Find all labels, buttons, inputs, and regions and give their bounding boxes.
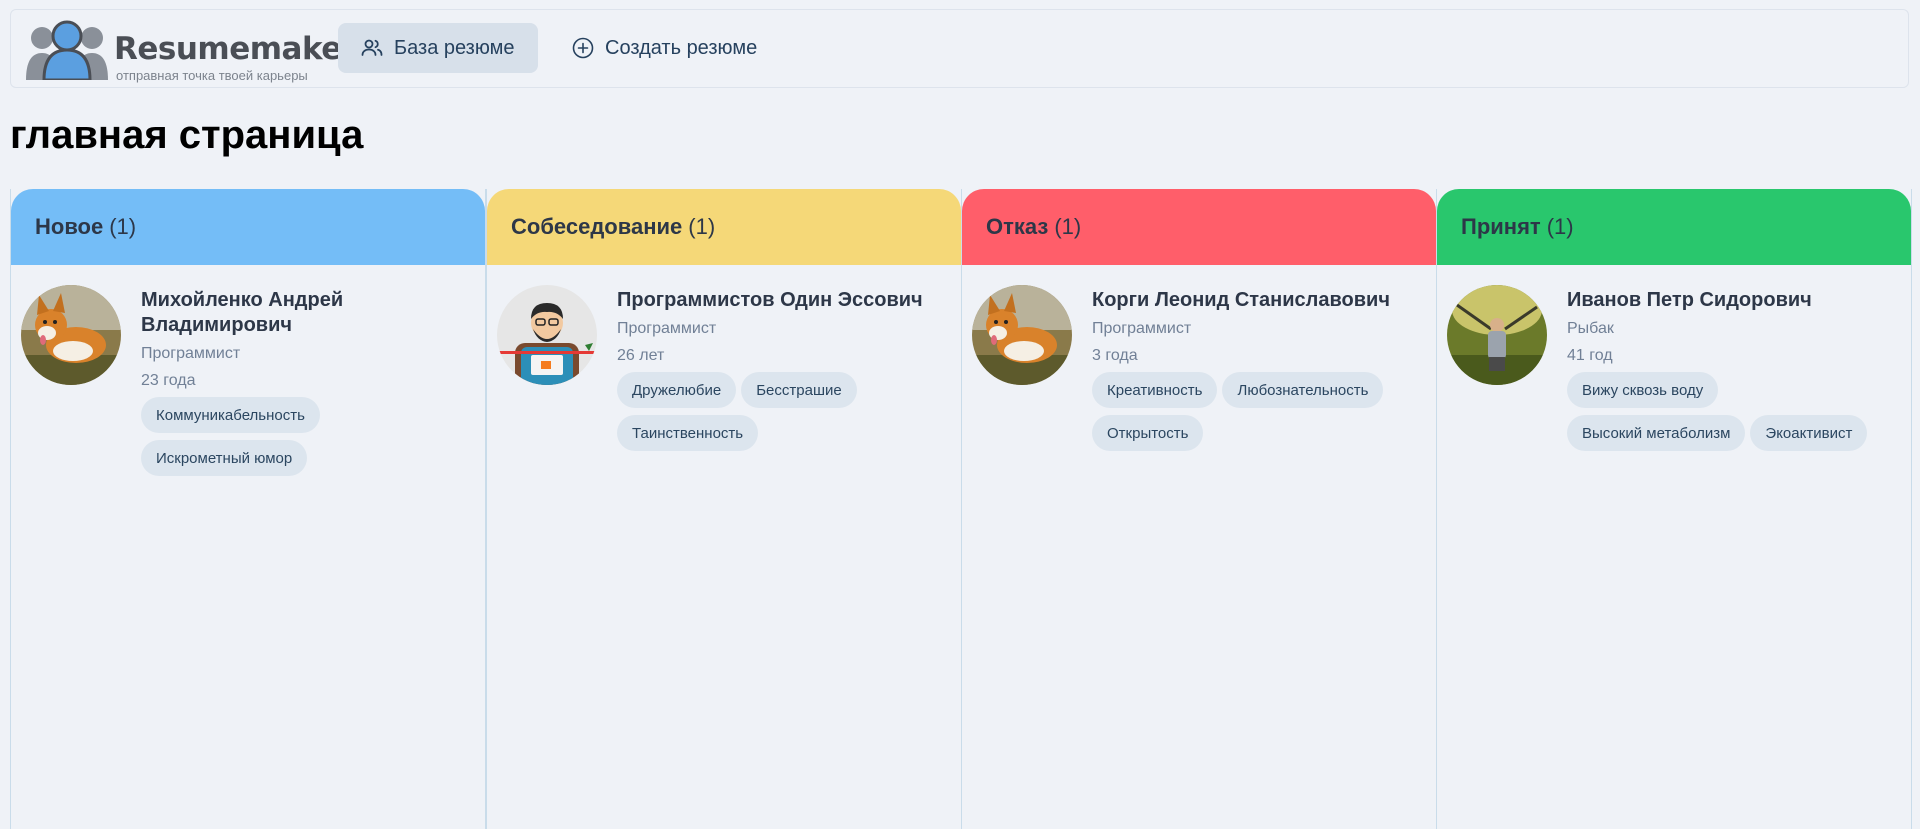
column-title: Принят	[1461, 214, 1541, 239]
skill-tags: Коммуникабельность Искрометный юмор	[141, 397, 475, 476]
candidate-card[interactable]: Иванов Петр Сидорович Рыбак 41 год Вижу …	[1437, 265, 1911, 451]
candidate-name: Михойленко Андрей Владимирович	[141, 289, 344, 336]
users-icon	[361, 39, 383, 56]
column-new: Новое (1) Михойленко Андрей Владимирович	[10, 189, 486, 829]
column-header: Собеседование (1)	[487, 189, 961, 265]
column-header: Отказ (1)	[962, 189, 1436, 265]
column-title: Новое	[35, 214, 104, 239]
skill-tag[interactable]: Коммуникабельность	[141, 397, 320, 433]
logo-tagline: отправная точка твоей карьеры	[116, 68, 308, 83]
skill-tags: Вижу сквозь воду Высокий метаболизм Экоа…	[1567, 372, 1901, 451]
plus-circle-icon	[572, 37, 594, 59]
skill-tag[interactable]: Бесстрашие	[741, 372, 857, 408]
candidate-card[interactable]: Михойленко Андрей Владимирович Программи…	[11, 265, 485, 476]
nav-create-resume-label: Создать резюме	[605, 36, 758, 59]
resumemaker-logo[interactable]: Resumemaker отправная точка твоей карьер…	[24, 20, 357, 83]
skill-tag[interactable]: Экоактивист	[1750, 415, 1868, 451]
skill-tag[interactable]: Вижу сквозь воду	[1567, 372, 1719, 408]
column-title: Отказ	[986, 214, 1049, 239]
people-logo-icon	[26, 20, 108, 80]
column-rejected: Отказ (1) Корги Леонид Станиславович Про…	[961, 189, 1437, 829]
skill-tag[interactable]: Таинственность	[617, 415, 759, 451]
corgi-photo-icon	[972, 285, 1072, 385]
column-count: (1)	[1546, 214, 1574, 239]
skill-tag[interactable]: Высокий метаболизм	[1567, 415, 1746, 451]
skill-tags: Креативность Любознательность Открытость	[1092, 372, 1426, 451]
page-title: главная страница	[10, 113, 364, 157]
candidate-age: 41 год	[1567, 347, 1613, 364]
corgi-photo-icon	[21, 285, 121, 385]
column-count: (1)	[109, 214, 137, 239]
column-count: (1)	[688, 214, 716, 239]
fisherman-photo-icon	[1447, 285, 1547, 385]
skill-tag[interactable]: Любознательность	[1222, 372, 1384, 408]
avatar	[497, 285, 597, 385]
candidate-card[interactable]: Корги Леонид Станиславович Программист 3…	[962, 265, 1436, 451]
skill-tag[interactable]: Креативность	[1092, 372, 1218, 408]
column-accepted: Принят (1) Иванов Петр Сидорович Рыбак 4…	[1436, 189, 1912, 829]
column-header: Принят (1)	[1437, 189, 1911, 265]
column-header: Новое (1)	[11, 189, 485, 265]
nav-resume-database-label: База резюме	[394, 36, 515, 59]
nav-create-resume[interactable]: Создать резюме	[559, 23, 769, 73]
candidate-name: Программистов Один Эссович	[617, 289, 923, 311]
programmer-illustration-icon	[497, 285, 597, 385]
column-count: (1)	[1054, 214, 1082, 239]
candidate-name: Корги Леонид Станиславович	[1092, 289, 1390, 311]
nav-resume-database[interactable]: База резюме	[338, 23, 538, 73]
logo-wordmark: Resumemaker	[114, 31, 357, 67]
skill-tag[interactable]: Открытость	[1092, 415, 1204, 451]
top-navbar: Resumemaker отправная точка твоей карьер…	[10, 9, 1909, 88]
skill-tags: Дружелюбие Бесстрашие Таинственность	[617, 372, 951, 451]
candidate-card[interactable]: Программистов Один Эссович Программист 2…	[487, 265, 961, 451]
candidate-role: Программист	[141, 345, 241, 362]
avatar	[972, 285, 1072, 385]
candidate-role: Программист	[1092, 320, 1192, 337]
candidate-role: Рыбак	[1567, 320, 1614, 337]
candidate-role: Программист	[617, 320, 717, 337]
candidate-age: 23 года	[141, 372, 196, 389]
candidate-age: 3 года	[1092, 347, 1138, 364]
candidate-name: Иванов Петр Сидорович	[1567, 289, 1812, 311]
column-interview: Собеседование (1) Программистов Один Эсс…	[486, 189, 962, 829]
skill-tag[interactable]: Дружелюбие	[617, 372, 737, 408]
avatar	[21, 285, 121, 385]
skill-tag[interactable]: Искрометный юмор	[141, 440, 308, 476]
column-title: Собеседование	[511, 214, 683, 239]
candidate-age: 26 лет	[617, 347, 665, 364]
avatar	[1447, 285, 1547, 385]
